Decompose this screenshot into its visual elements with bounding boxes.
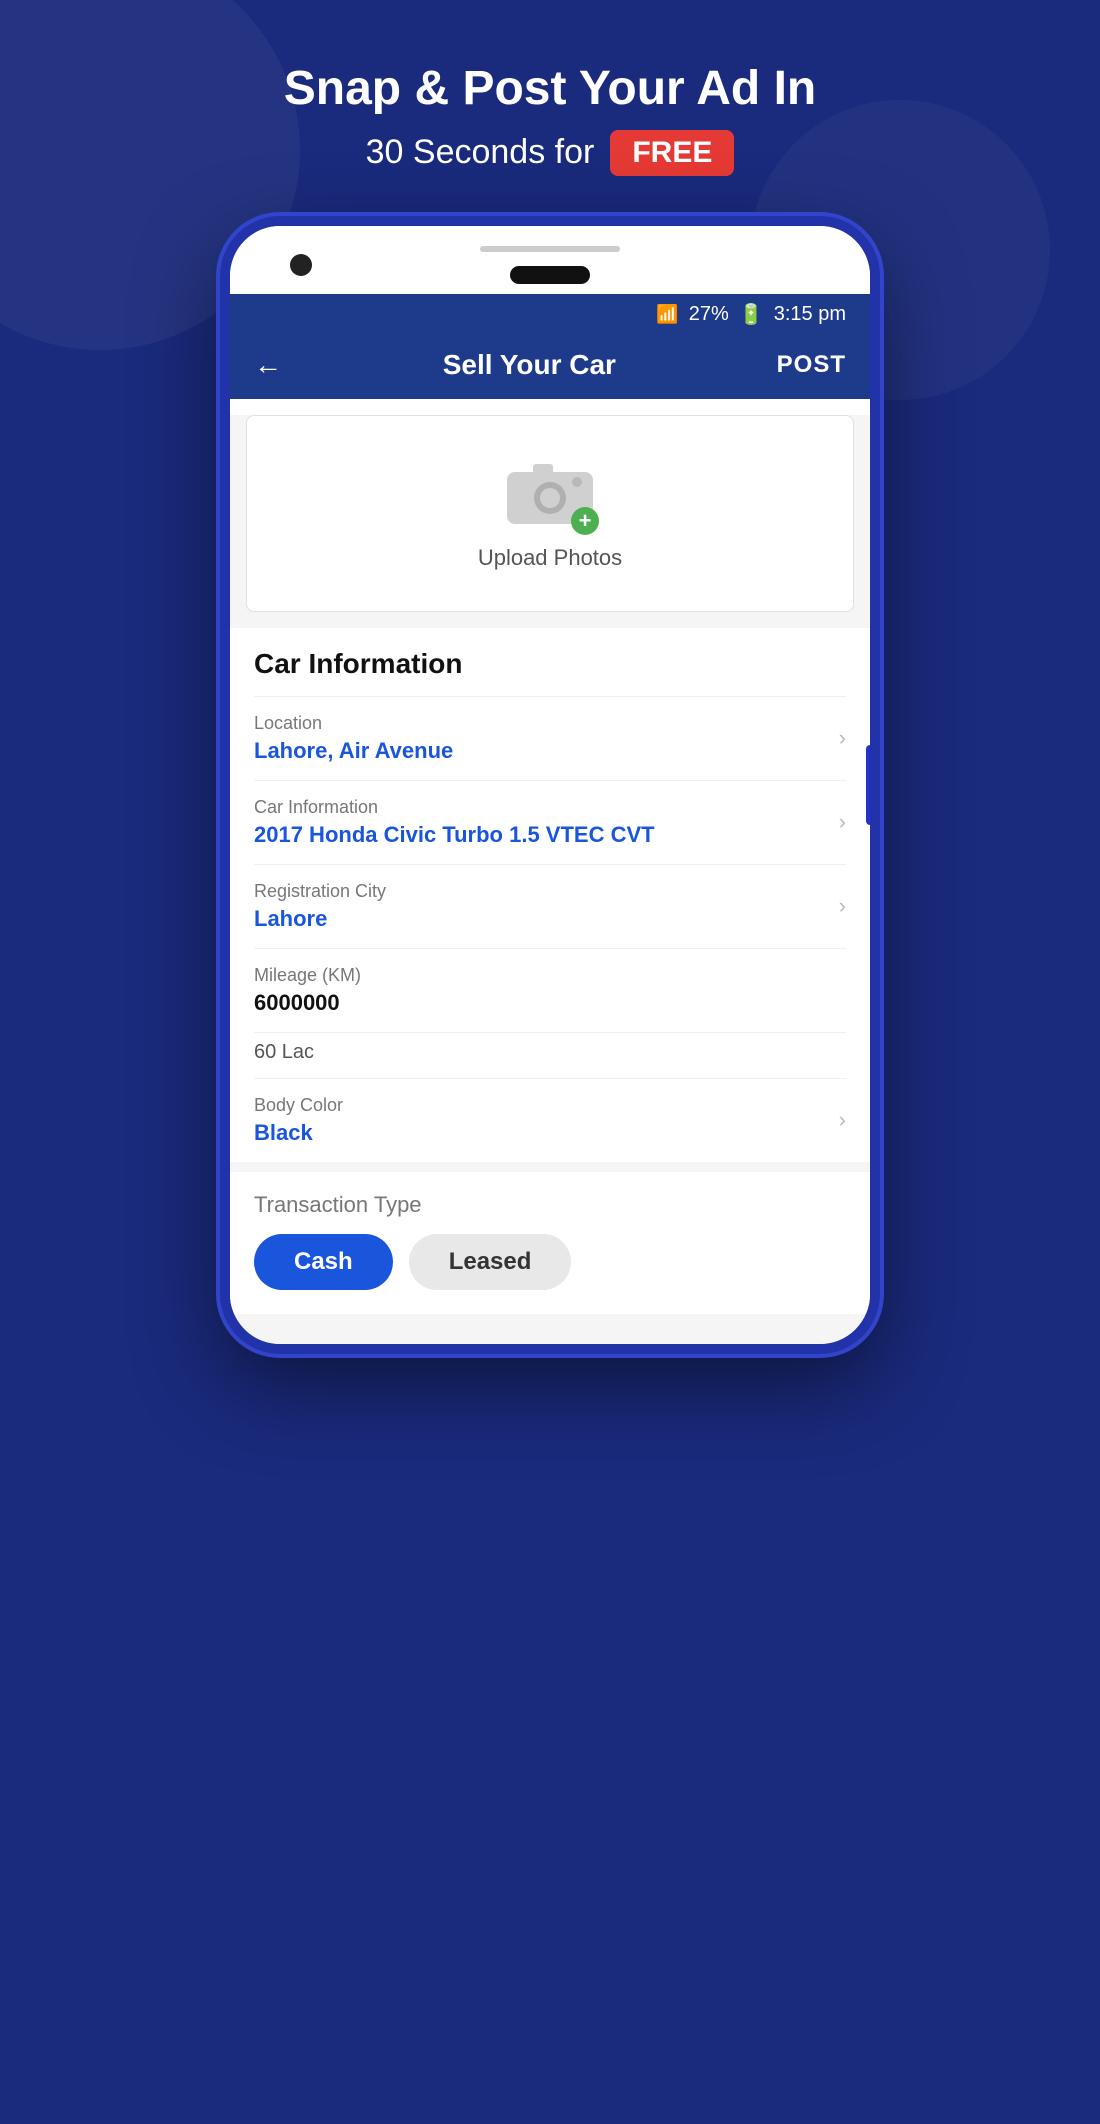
nav-bar: ← Sell Your Car POST: [230, 335, 870, 399]
location-field-left: Location Lahore, Air Avenue: [254, 713, 839, 764]
phone-frame: 📶 27% 🔋 3:15 pm ← Sell Your Car POST: [220, 216, 880, 1354]
back-button[interactable]: ←: [254, 349, 282, 381]
upload-label: Upload Photos: [478, 545, 622, 571]
content-area: + Upload Photos Car Information Location…: [230, 415, 870, 1344]
status-time: 3:15 pm: [774, 303, 846, 326]
phone-top: [230, 226, 870, 294]
body-color-field-row[interactable]: Body Color Black ›: [254, 1078, 846, 1162]
phone-speaker: [480, 246, 620, 252]
status-bar: 📶 27% 🔋 3:15 pm: [230, 294, 870, 335]
reg-city-label: Registration City: [254, 881, 839, 902]
nav-title: Sell Your Car: [443, 349, 616, 381]
section-title: Car Information: [254, 648, 846, 680]
battery-percent: 27%: [689, 303, 729, 326]
transaction-section: Transaction Type Cash Leased: [230, 1172, 870, 1314]
car-info-field-row[interactable]: Car Information 2017 Honda Civic Turbo 1…: [254, 780, 846, 864]
reg-city-field-row[interactable]: Registration City Lahore ›: [254, 864, 846, 948]
body-color-value: Black: [254, 1120, 839, 1146]
cash-button[interactable]: Cash: [254, 1234, 393, 1290]
hero-subtitle: 30 Seconds for FREE: [284, 130, 816, 176]
free-badge: FREE: [610, 130, 734, 176]
transaction-label: Transaction Type: [254, 1192, 846, 1218]
car-info-arrow-icon: ›: [839, 809, 846, 835]
location-arrow-icon: ›: [839, 725, 846, 751]
reg-city-field-left: Registration City Lahore: [254, 881, 839, 932]
camera-icon-wrapper: +: [505, 456, 595, 531]
reg-city-arrow-icon: ›: [839, 893, 846, 919]
plus-icon: +: [571, 507, 599, 535]
location-label: Location: [254, 713, 839, 734]
hero-title-line1: Snap & Post Your Ad In: [284, 60, 816, 118]
location-value: Lahore, Air Avenue: [254, 738, 839, 764]
upload-section[interactable]: + Upload Photos: [246, 415, 854, 612]
car-info-section: Car Information Location Lahore, Air Ave…: [230, 628, 870, 1162]
hero-subtitle-text: 30 Seconds for: [366, 133, 595, 172]
location-field-row[interactable]: Location Lahore, Air Avenue ›: [254, 696, 846, 780]
car-info-label: Car Information: [254, 797, 839, 818]
body-color-arrow-icon: ›: [839, 1107, 846, 1133]
car-info-value: 2017 Honda Civic Turbo 1.5 VTEC CVT: [254, 822, 839, 848]
mileage-field-row: Mileage (KM) 6000000: [254, 948, 846, 1032]
price-text: 60 Lac: [254, 1032, 846, 1078]
leased-button[interactable]: Leased: [409, 1234, 572, 1290]
hero-header: Snap & Post Your Ad In 30 Seconds for FR…: [284, 60, 816, 176]
phone-pill: [510, 266, 590, 284]
body-color-label: Body Color: [254, 1095, 839, 1116]
scroll-indicator: [866, 745, 874, 825]
transaction-buttons: Cash Leased: [254, 1234, 846, 1290]
car-info-field-left: Car Information 2017 Honda Civic Turbo 1…: [254, 797, 839, 848]
battery-icon: 🔋: [739, 302, 764, 327]
mileage-value: 6000000: [254, 990, 846, 1016]
reg-city-value: Lahore: [254, 906, 839, 932]
phone-camera: [290, 254, 312, 276]
body-color-field-left: Body Color Black: [254, 1095, 839, 1146]
signal-icon: 📶: [656, 304, 678, 325]
mileage-label: Mileage (KM): [254, 965, 846, 986]
post-button[interactable]: POST: [777, 351, 846, 379]
